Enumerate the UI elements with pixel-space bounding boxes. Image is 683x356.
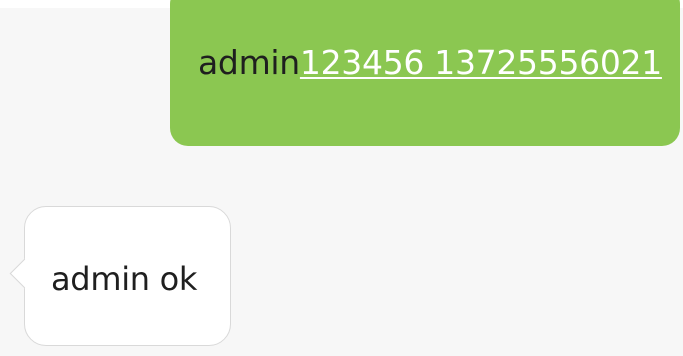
incoming-message-bubble[interactable]: admin ok — [9, 206, 231, 346]
incoming-message-text: admin ok — [51, 260, 198, 298]
outgoing-message-link[interactable]: 123456 13725556021 — [300, 43, 662, 82]
outgoing-message-prefix: admin — [198, 43, 300, 82]
incoming-bubble-tail — [9, 258, 40, 289]
outgoing-message-bubble[interactable]: admin123456 13725556021 — [170, 0, 680, 146]
chat-thread: admin123456 13725556021 admin ok — [0, 0, 683, 356]
outgoing-message-text: admin123456 13725556021 — [198, 43, 662, 83]
